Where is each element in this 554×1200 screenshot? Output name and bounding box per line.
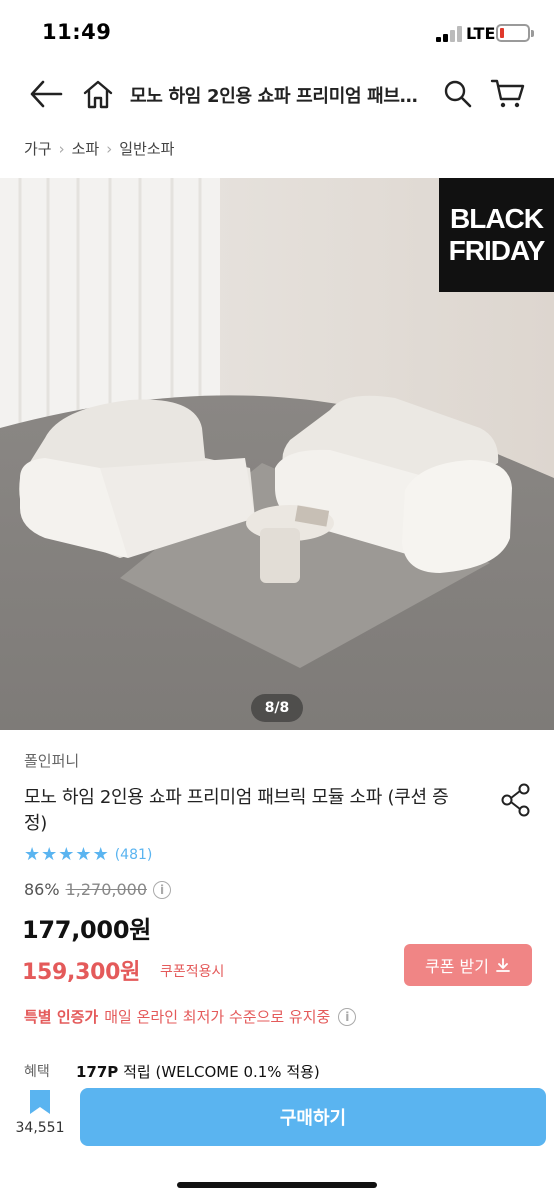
benefit-label: 혜택 [24, 1064, 50, 1080]
download-icon [496, 958, 510, 972]
coupon-applied-label: 쿠폰적용시 [160, 964, 225, 980]
cert-text: 매일 온라인 최저가 수준으로 유지중 [104, 1008, 331, 1026]
rating[interactable]: ★ ★ ★ ★ ★ (481) [24, 846, 152, 864]
signal-icon [436, 26, 462, 42]
product-name: 모노 하임 2인용 쇼파 프리미엄 패브릭 모듈 소파 (쿠션 증정) [24, 787, 449, 834]
star-rating: ★ ★ ★ ★ ★ [24, 846, 109, 864]
page-title: 모노 하임 2인용 쇼파 프리미엄 패브릭 모듈 소파 [130, 86, 420, 107]
sale-price: 177,000원 [22, 916, 151, 944]
benefit-points: 177P [76, 1063, 119, 1081]
breadcrumb-item[interactable]: 소파 [72, 138, 100, 159]
home-icon[interactable] [78, 74, 118, 114]
status-bar: 11:49 LTE [0, 0, 554, 66]
review-count[interactable]: (481) [115, 847, 153, 863]
network-label: LTE [466, 24, 496, 43]
cart-icon[interactable] [486, 74, 530, 114]
chevron-right-icon: › [58, 139, 65, 158]
info-icon[interactable]: i [153, 880, 171, 899]
bottom-action-bar: 34,551 구매하기 [0, 1080, 554, 1200]
star-icon: ★ [92, 844, 109, 865]
star-icon: ★ [24, 844, 41, 865]
info-icon[interactable]: i [338, 1007, 357, 1026]
breadcrumb: 가구 › 소파 › 일반소파 [24, 138, 174, 159]
bookmark-icon [30, 1090, 50, 1114]
search-icon[interactable] [438, 74, 478, 114]
discount-rate: 86% [24, 880, 60, 899]
breadcrumb-item[interactable]: 일반소파 [119, 138, 174, 159]
discount-row: 86% 1,270,000 i [24, 880, 171, 899]
header: 모노 하임 2인용 쇼파 프리미엄 패브릭 모듈 소파 [0, 66, 554, 126]
status-time: 11:49 [42, 20, 112, 44]
back-arrow-icon[interactable] [26, 74, 66, 114]
cert-label: 특별 인증가 [24, 1008, 99, 1026]
coupon-download-button[interactable]: 쿠폰 받기 [404, 944, 532, 986]
share-icon[interactable] [498, 782, 534, 818]
original-price: 1,270,000 [65, 880, 147, 899]
chevron-right-icon: › [106, 139, 113, 158]
star-icon: ★ [58, 844, 75, 865]
certified-price-row: 특별 인증가 매일 온라인 최저가 수준으로 유지중 i [24, 1006, 357, 1027]
image-page-indicator: 8/8 [251, 694, 303, 722]
buy-button[interactable]: 구매하기 [80, 1088, 546, 1146]
breadcrumb-item[interactable]: 가구 [24, 138, 52, 159]
wishlist-button[interactable]: 34,551 [10, 1088, 70, 1154]
black-friday-badge: BLACK FRIDAY [439, 178, 554, 292]
benefit-text: 177P 적립 (WELCOME 0.1% 적용) [76, 1061, 320, 1082]
benefit-description: 적립 (WELCOME 0.1% 적용) [123, 1063, 320, 1081]
star-icon: ★ [41, 844, 58, 865]
brand-name[interactable]: 폴인퍼니 [24, 750, 79, 771]
product-image[interactable]: BLACK FRIDAY 8/8 [0, 178, 554, 730]
star-icon: ★ [75, 844, 92, 865]
wishlist-count: 34,551 [15, 1120, 65, 1136]
battery-icon [496, 24, 530, 42]
home-indicator [177, 1182, 377, 1188]
coupon-price: 159,300원 [22, 960, 141, 985]
coupon-button-label: 쿠폰 받기 [425, 957, 489, 976]
